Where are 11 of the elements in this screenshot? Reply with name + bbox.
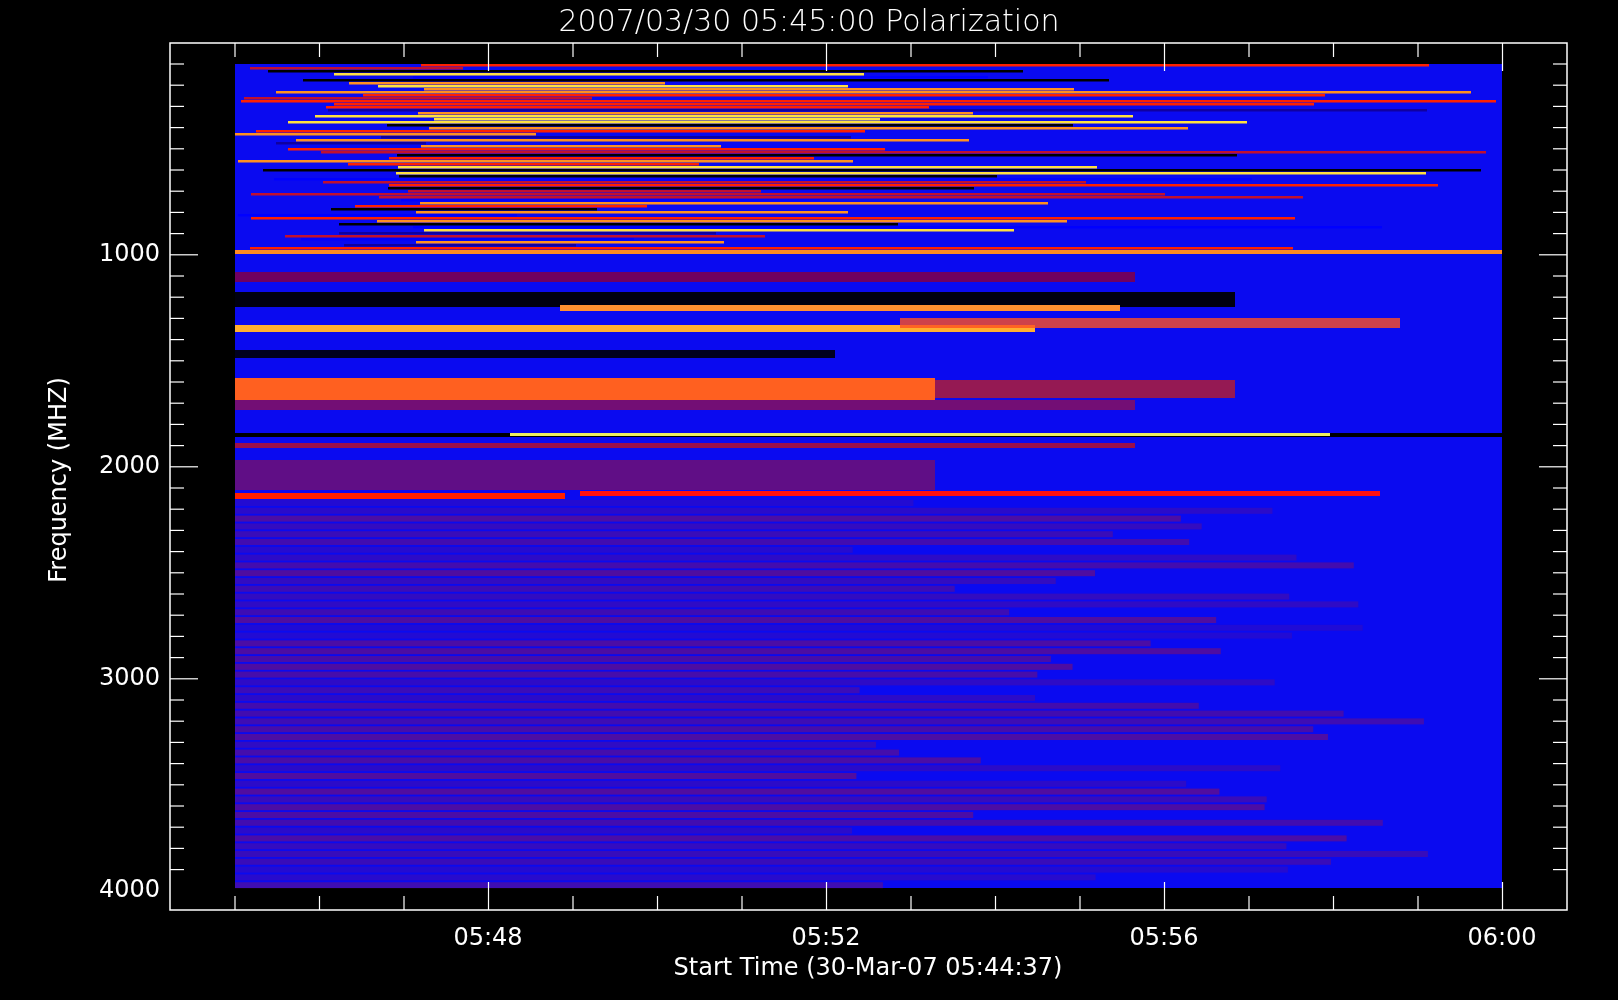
y-tick-label: 1000	[98, 239, 160, 267]
x-tick-label: 05:48	[453, 923, 523, 951]
x-tick-label: 05:56	[1129, 923, 1199, 951]
x-tick-label: 06:00	[1467, 923, 1537, 951]
y-tick-label: 4000	[98, 875, 160, 903]
y-tick-label: 2000	[98, 451, 160, 479]
y-tick-label: 3000	[98, 663, 160, 691]
chart-title: 2007/03/30 05:45:00 Polarization	[558, 3, 1060, 38]
x-axis-label: Start Time (30-Mar-07 05:44:37)	[673, 953, 1063, 981]
x-tick-label: 05:52	[791, 923, 861, 951]
y-axis-label: Frequency (MHZ)	[44, 377, 72, 583]
